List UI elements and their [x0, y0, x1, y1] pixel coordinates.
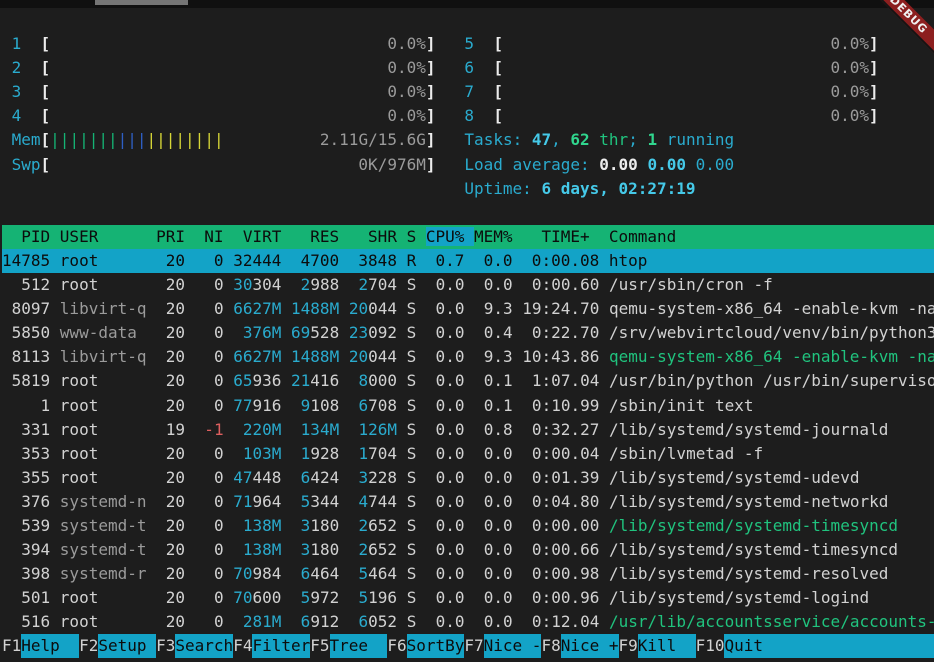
- fkey-bar-fill: [763, 634, 934, 658]
- fkey-label: F10: [696, 634, 725, 658]
- cpu-meter-row-3: 3 [ 0.0%] 7 [ 0.0%]: [2, 80, 934, 104]
- fkey-label: F8: [541, 634, 560, 658]
- fkey-action-label: Help: [21, 634, 79, 658]
- debug-ribbon-corner: DEBUG: [876, 0, 934, 58]
- process-row-501[interactable]: 501 root 20 0 70600 5972 5196 S 0.0 0.0 …: [2, 586, 934, 610]
- fkey-label: F9: [619, 634, 638, 658]
- cpu-meter-row-1: 1 [ 0.0%] 5 [ 0.0%]: [2, 32, 934, 56]
- fkey-action-label: Setup: [98, 634, 156, 658]
- fkey-f4-button[interactable]: F4Filter: [233, 634, 310, 658]
- process-row-14785[interactable]: 14785 root 20 0 32444 4700 3848 R 0.7 0.…: [2, 249, 934, 273]
- fkey-action-label: Search: [175, 634, 233, 658]
- process-row-394[interactable]: 394 systemd-t 20 0 138M 3180 2652 S 0.0 …: [2, 538, 934, 562]
- cpu-meter-row-2: 2 [ 0.0%] 6 [ 0.0%]: [2, 56, 934, 80]
- fkey-action-label: Quit: [724, 634, 763, 658]
- process-row-398[interactable]: 398 systemd-r 20 0 70984 6464 5464 S 0.0…: [2, 562, 934, 586]
- terminal-content: 1 [ 0.0%] 5 [ 0.0%] 2 [ 0.0%] 6 [ 0.0%] …: [2, 8, 934, 634]
- fkey-action-label: Filter: [252, 634, 310, 658]
- process-table-header[interactable]: PID USER PRI NI VIRT RES SHR S CPU% MEM%…: [2, 225, 934, 249]
- fkey-label: F7: [464, 634, 483, 658]
- process-row-8113[interactable]: 8113 libvirt-q 20 0 6627M 1488M 20044 S …: [2, 345, 934, 369]
- fkey-label: F3: [156, 634, 175, 658]
- process-row-8097[interactable]: 8097 libvirt-q 20 0 6627M 1488M 20044 S …: [2, 297, 934, 321]
- top-bar: [0, 0, 934, 8]
- fkey-label: F6: [387, 634, 406, 658]
- process-row-539[interactable]: 539 systemd-t 20 0 138M 3180 2652 S 0.0 …: [2, 514, 934, 538]
- fkey-action-label: Nice -: [484, 634, 542, 658]
- process-row-516[interactable]: 516 root 20 0 281M 6912 6052 S 0.0 0.0 0…: [2, 610, 934, 634]
- fkey-f9-button[interactable]: F9Kill: [619, 634, 696, 658]
- function-key-bar: F1Help F2Setup F3SearchF4FilterF5Tree F6…: [2, 634, 934, 658]
- fkey-f2-button[interactable]: F2Setup: [79, 634, 156, 658]
- fkey-action-label: Kill: [638, 634, 696, 658]
- uptime-line: Uptime: 6 days, 02:27:19: [2, 177, 934, 201]
- process-row-1[interactable]: 1 root 20 0 77916 9108 6708 S 0.0 0.1 0:…: [2, 394, 934, 418]
- fkey-action-label: Nice +: [561, 634, 619, 658]
- debug-ribbon: DEBUG: [876, 0, 934, 58]
- swap-meter-and-load: Swp[ 0K/976M] Load average: 0.00 0.00 0.…: [2, 153, 934, 177]
- fkey-label: F5: [310, 634, 329, 658]
- fkey-f10-button[interactable]: F10Quit: [696, 634, 763, 658]
- process-row-355[interactable]: 355 root 20 0 47448 6424 3228 S 0.0 0.0 …: [2, 466, 934, 490]
- mem-meter-and-tasks: Mem[|||||||||||||||||| 2.11G/15.6G] Task…: [2, 128, 934, 152]
- process-row-376[interactable]: 376 systemd-n 20 0 71964 5344 4744 S 0.0…: [2, 490, 934, 514]
- fkey-label: F4: [233, 634, 252, 658]
- fkey-f8-button[interactable]: F8Nice +: [541, 634, 618, 658]
- fkey-f3-button[interactable]: F3Search: [156, 634, 233, 658]
- blank-line: [2, 201, 934, 225]
- fkey-action-label: Tree: [330, 634, 388, 658]
- process-row-512[interactable]: 512 root 20 0 30304 2988 2704 S 0.0 0.0 …: [2, 273, 934, 297]
- fkey-label: F2: [79, 634, 98, 658]
- fkey-action-label: SortBy: [407, 634, 465, 658]
- htop-terminal-screen: 1 [ 0.0%] 5 [ 0.0%] 2 [ 0.0%] 6 [ 0.0%] …: [0, 0, 934, 662]
- fkey-f7-button[interactable]: F7Nice -: [464, 634, 541, 658]
- blank-line: [2, 8, 934, 32]
- fkey-label: F1: [2, 634, 21, 658]
- process-row-5819[interactable]: 5819 root 20 0 65936 21416 8000 S 0.0 0.…: [2, 369, 934, 393]
- fkey-f1-button[interactable]: F1Help: [2, 634, 79, 658]
- fkey-f5-button[interactable]: F5Tree: [310, 634, 387, 658]
- process-row-5850[interactable]: 5850 www-data 20 0 376M 69528 23092 S 0.…: [2, 321, 934, 345]
- process-row-331[interactable]: 331 root 19 -1 220M 134M 126M S 0.0 0.8 …: [2, 418, 934, 442]
- fkey-f6-button[interactable]: F6SortBy: [387, 634, 464, 658]
- process-row-353[interactable]: 353 root 20 0 103M 1928 1704 S 0.0 0.0 0…: [2, 442, 934, 466]
- cpu-meter-row-4: 4 [ 0.0%] 8 [ 0.0%]: [2, 104, 934, 128]
- window-tab[interactable]: [95, 0, 188, 5]
